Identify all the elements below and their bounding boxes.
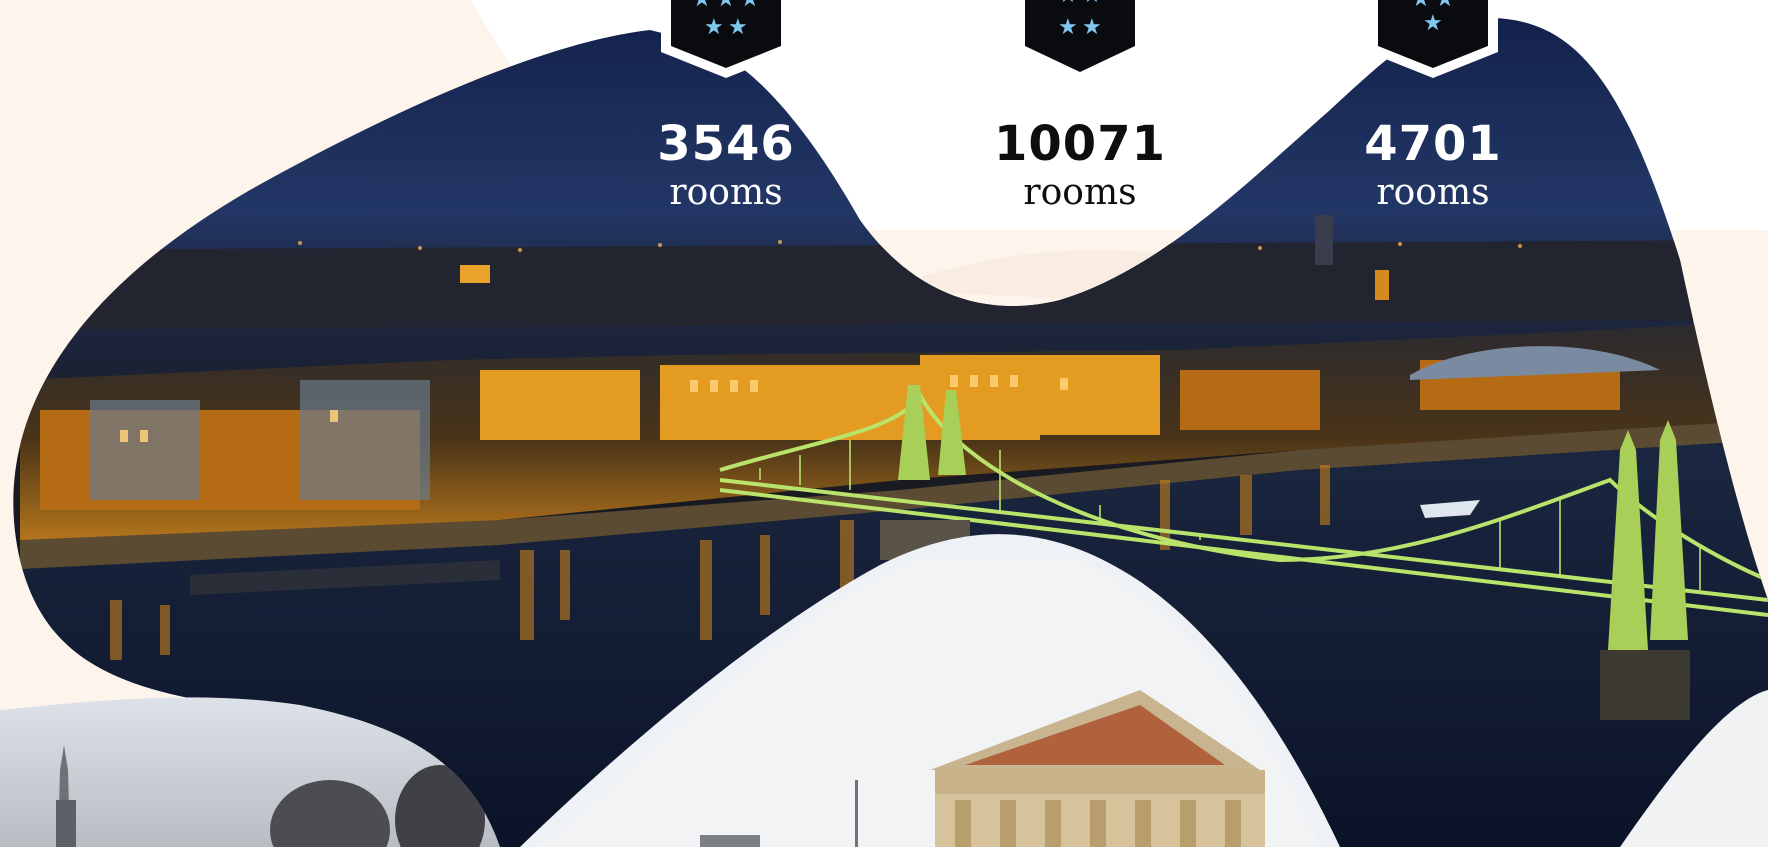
four-star-stat: 10071 rooms — [960, 118, 1200, 216]
star-icon: ★ — [704, 15, 724, 40]
star-icon: ★ — [1082, 15, 1102, 40]
three-star-badge: ★ ★ ★ — [1368, 0, 1498, 78]
four-star-room-unit: rooms — [1023, 172, 1137, 213]
four-star-room-count: 10071 — [994, 116, 1166, 172]
four-star-badge: ★ ★ ★ ★ — [1025, 0, 1135, 72]
star-icon: ★ — [740, 0, 760, 12]
three-star-room-unit: rooms — [1376, 172, 1490, 213]
star-icon: ★ — [1423, 11, 1443, 36]
five-star-stat: 3546 rooms — [606, 118, 846, 216]
three-star-room-count: 4701 — [1364, 116, 1502, 172]
star-icon: ★ — [1082, 0, 1102, 8]
star-icon: ★ — [692, 0, 712, 12]
three-star-stat: 4701 rooms — [1313, 118, 1553, 216]
star-icon: ★ — [728, 15, 748, 40]
star-icon: ★ — [1058, 0, 1078, 8]
five-star-room-unit: rooms — [669, 172, 783, 213]
star-icon: ★ — [716, 0, 736, 12]
five-star-badge: ★ ★ ★ ★ ★ — [661, 0, 791, 78]
star-icon: ★ — [1058, 15, 1078, 40]
five-star-room-count: 3546 — [657, 116, 795, 172]
